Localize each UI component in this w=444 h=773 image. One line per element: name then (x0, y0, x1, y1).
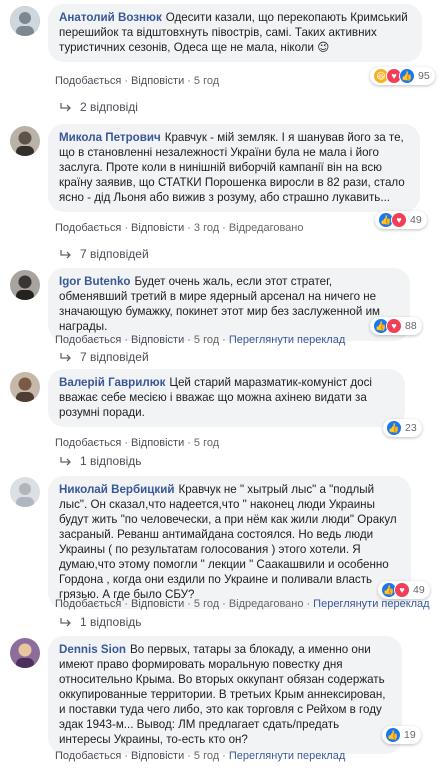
view-replies[interactable]: 7 відповідей (60, 247, 149, 261)
avatar[interactable] (10, 6, 40, 36)
avatar[interactable] (10, 638, 40, 668)
like-link[interactable]: Подобається (55, 437, 121, 449)
see-translation-link[interactable]: Переглянути переклад (229, 750, 345, 762)
timestamp[interactable]: 5 год (194, 437, 219, 449)
comment-bubble: Анатолий Вознюк Одесити казали, що переко… (48, 4, 422, 62)
see-translation-link[interactable]: Переглянути переклад (313, 598, 429, 610)
replies-count[interactable]: 2 відповіді (80, 100, 138, 114)
comment-text: Во первых, татары за блокаду, а именно о… (59, 643, 386, 746)
view-replies[interactable]: 1 відповідь (60, 454, 142, 468)
replies-count[interactable]: 7 відповідей (80, 247, 149, 261)
comment-actions: Подобається · Відповісти · 5 год · Переглянути… (55, 750, 346, 762)
user-avatar-icon (10, 372, 40, 402)
view-replies[interactable]: 7 відповідей (60, 350, 149, 364)
comment-actions: Подобається · Відповісти · 3 год · Відредагова… (55, 222, 304, 234)
love-icon: ♥ (386, 318, 402, 334)
comment-bubble: Igor Butenko Будет очень жаль, если этот … (48, 268, 410, 341)
like-link[interactable]: Подобається (55, 598, 121, 610)
reaction-count: 88 (405, 320, 417, 332)
like-icon: 👍 (385, 727, 401, 743)
avatar[interactable] (10, 270, 40, 300)
reply-link[interactable]: Відповісти (131, 334, 184, 346)
comment-author[interactable]: Николай Вербицкий (59, 483, 174, 496)
reply-link[interactable]: Відповісти (131, 437, 184, 449)
reply-arrow-icon (60, 457, 71, 466)
reaction-count: 23 (405, 422, 417, 434)
like-link[interactable]: Подобається (55, 75, 121, 87)
comment-actions: Подобається · Відповісти · 5 год · Переглянути… (55, 334, 346, 346)
reaction-summary[interactable]: 👍 23 (383, 419, 422, 437)
reply-arrow-icon (60, 103, 71, 112)
avatar[interactable] (10, 477, 40, 507)
user-avatar-icon (10, 477, 40, 507)
reply-arrow-icon (60, 353, 71, 362)
user-avatar-icon (10, 638, 40, 668)
reaction-count: 19 (404, 729, 416, 741)
user-avatar-icon (10, 270, 40, 300)
replies-count[interactable]: 7 відповідей (80, 350, 149, 364)
see-translation-link[interactable]: Переглянути переклад (229, 334, 345, 346)
comment-actions: Подобається · Відповісти · 5 год · Відредагова… (55, 598, 430, 610)
love-icon: ♥ (394, 582, 410, 598)
reaction-summary[interactable]: 👍 ♥ 49 (375, 211, 427, 229)
like-link[interactable]: Подобається (55, 222, 121, 234)
reply-link[interactable]: Відповісти (131, 222, 184, 234)
reaction-summary[interactable]: 😆 ♥ 👍 95 (370, 67, 435, 85)
avatar[interactable] (10, 372, 40, 402)
edited-label[interactable]: Відредаговано (229, 598, 304, 610)
view-replies[interactable]: 1 відповідь (60, 615, 142, 629)
like-link[interactable]: Подобається (55, 750, 121, 762)
comment-author[interactable]: Dennis Sion (59, 643, 126, 656)
timestamp[interactable]: 3 год (194, 222, 219, 234)
reaction-count: 95 (418, 70, 430, 82)
avatar[interactable] (10, 126, 40, 156)
reply-arrow-icon (60, 250, 71, 259)
comment-actions: Подобається · Відповісти · 5 год (55, 437, 220, 449)
reply-link[interactable]: Відповісти (131, 750, 184, 762)
reaction-summary[interactable]: 👍 ♥ 88 (370, 317, 422, 335)
comment-author[interactable]: Валерій Гаврилюк (59, 376, 165, 389)
reaction-count: 49 (410, 214, 422, 226)
comment-bubble: Николай Вербицкий Кравчук не " хытрый лыс… (48, 476, 411, 609)
timestamp[interactable]: 5 год (194, 334, 219, 346)
reply-arrow-icon (60, 618, 71, 627)
reaction-summary[interactable]: 👍 ♥ 49 (378, 581, 430, 599)
user-avatar-icon (10, 6, 40, 36)
comment-actions: Подобається · Відповісти · 5 год (55, 75, 220, 87)
like-icon: 👍 (386, 420, 402, 436)
timestamp[interactable]: 5 год (194, 750, 219, 762)
view-replies[interactable]: 2 відповіді (60, 100, 138, 114)
like-icon: 👍 (399, 68, 415, 84)
comment-bubble: Dennis Sion Во первых, татары за блокаду,… (48, 636, 402, 754)
comment-text: Кравчук не " хытрый лыс" а "подлый лыс".… (59, 483, 397, 601)
comment-bubble: Валерій Гаврилюк Цей старий маразматик-ко… (48, 369, 405, 427)
reaction-summary[interactable]: 👍 19 (382, 726, 421, 744)
timestamp[interactable]: 5 год (194, 75, 219, 87)
comment-author[interactable]: Анатолий Вознюк (59, 11, 162, 24)
reaction-count: 49 (413, 584, 425, 596)
reply-link[interactable]: Відповісти (131, 598, 184, 610)
comment-author[interactable]: Igor Butenko (59, 275, 131, 288)
timestamp[interactable]: 5 год (194, 598, 219, 610)
edited-label[interactable]: Відредаговано (229, 222, 304, 234)
replies-count[interactable]: 1 відповідь (80, 454, 142, 468)
love-icon: ♥ (391, 212, 407, 228)
user-avatar-icon (10, 126, 40, 156)
comment-bubble: Микола Петрович Кравчук - мій земляк. І я… (48, 124, 420, 212)
comment-author[interactable]: Микола Петрович (59, 131, 161, 144)
like-link[interactable]: Подобається (55, 334, 121, 346)
reply-link[interactable]: Відповісти (131, 75, 184, 87)
replies-count[interactable]: 1 відповідь (80, 615, 142, 629)
